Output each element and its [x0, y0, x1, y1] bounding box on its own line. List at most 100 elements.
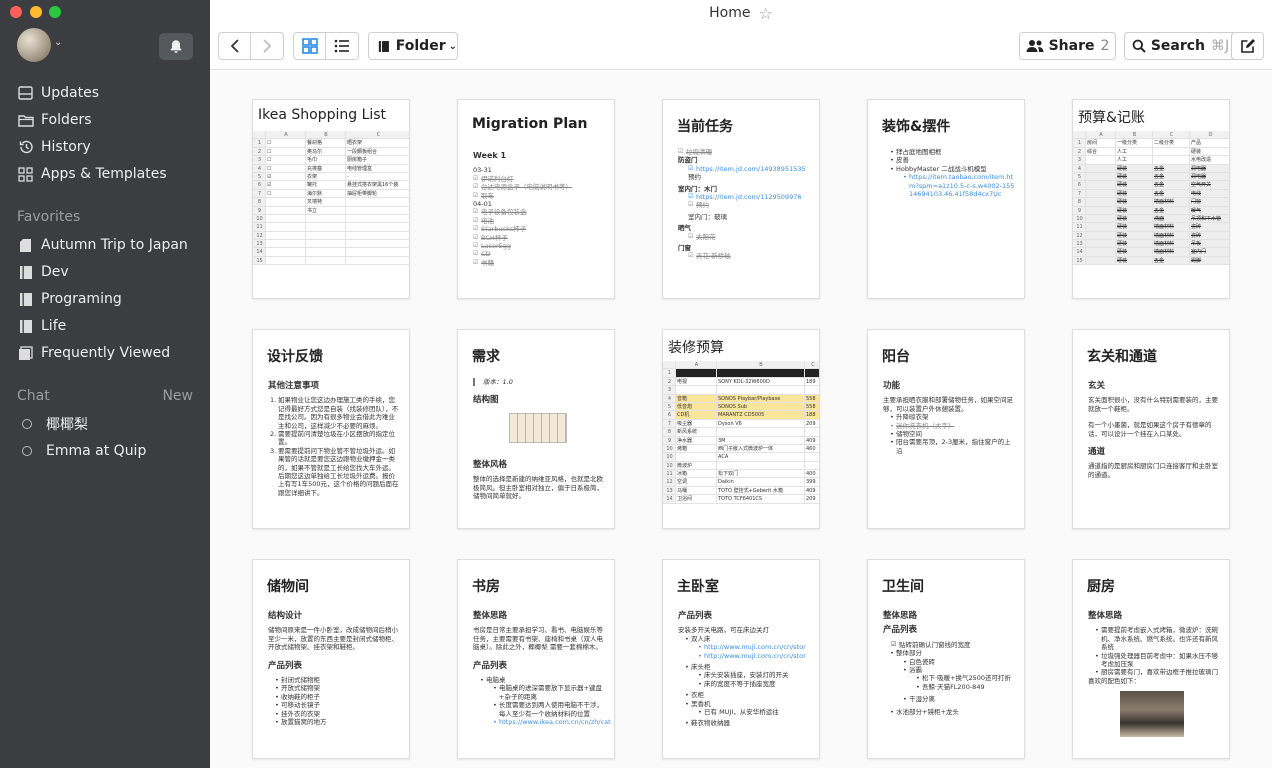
- card-preview: 产品列表 安装多开关电路，可在床边关灯 双人床 http://www.muji.…: [678, 608, 811, 729]
- chevron-down-icon[interactable]: ⌄: [54, 37, 62, 48]
- preview-link[interactable]: https://item.jd.com/14938951535: [688, 165, 811, 174]
- preview-heading: 整体思路: [883, 611, 918, 621]
- sheet-cell: 558: [805, 402, 819, 411]
- notifications-button[interactable]: [159, 33, 193, 60]
- chat-item[interactable]: 椰椰梨: [17, 413, 88, 435]
- sidebar-item-favorite[interactable]: Frequently Viewed: [17, 342, 170, 364]
- sheet-cell: 409: [805, 437, 819, 444]
- sheet-cell: 硬装: [1116, 206, 1153, 214]
- sheet-cell: [805, 462, 819, 469]
- sheet-cell: -: [346, 173, 409, 180]
- document-card[interactable]: 主卧室 产品列表 安装多开关电路，可在床边关灯 双人床 http://www.m…: [662, 559, 820, 759]
- sheet-cell: [266, 206, 306, 214]
- minimize-window-button[interactable]: [30, 6, 42, 18]
- sidebar-item-folders[interactable]: Folders: [17, 109, 92, 131]
- document-card[interactable]: 阳台 功能 主要承担晒衣服和部署储物任务，如果空间足够，可以装置户外休憩装置。 …: [867, 329, 1025, 529]
- sidebar-item-favorite[interactable]: Autumn Trip to Japan: [17, 234, 188, 256]
- sheet-cell: [805, 386, 819, 393]
- card-title: 储物间: [267, 579, 309, 595]
- sheet-cell: 海尔默: [306, 189, 346, 198]
- sheet-row: 8 新风系统: [663, 428, 819, 437]
- card-preview: 整体思路 产品列表 贴砖前确认门窗线的宽度 整体部分 白色瓷砖 浴霸 松下·吸暖…: [883, 608, 1016, 717]
- list-view-button[interactable]: [326, 32, 359, 60]
- sheet-cell: 吸尘器: [676, 419, 717, 428]
- document-card[interactable]: 玄关和通道 玄关 玄关面积很小，没有什么特别需要装的，主要就放一个鞋柜。 有一个…: [1072, 329, 1230, 529]
- sidebar-item-favorite[interactable]: Life: [17, 315, 66, 337]
- sheet-cell: 399: [805, 478, 819, 485]
- share-button[interactable]: Share 2: [1019, 32, 1116, 60]
- document-card[interactable]: 储物间 结构设计 储物间原来是一件小卧室，改成储物间后稍小至少一米，放置的东西主…: [252, 559, 410, 759]
- sidebar-item-apps-templates[interactable]: Apps & Templates: [17, 163, 167, 185]
- document-card[interactable]: 厨房 整体思路 需要提前考虑嵌入式烤箱，微波炉：洗碗机、净水系统、燃气系统。也许…: [1072, 559, 1230, 759]
- document-card[interactable]: Migration Plan Week 1 03-31 伊诺利台灯 台达电源盒子…: [457, 99, 615, 299]
- search-shortcut: ⌘J: [1211, 38, 1230, 54]
- sheet-cell: 马桶: [676, 486, 717, 495]
- star-icon[interactable]: ☆: [759, 4, 773, 23]
- document-card[interactable]: 卫生间 整体思路 产品列表 贴砖前确认门窗线的宽度 整体部分 白色瓷砖 浴霸 松…: [867, 559, 1025, 759]
- sheet-cell: Dyson V6: [717, 419, 805, 428]
- preview-link[interactable]: https://item.taobao.com/item.htm?spm=a1z…: [903, 173, 1016, 198]
- sheet-row: 9 书立: [253, 206, 409, 215]
- document-card[interactable]: 当前任务 垃圾清理 防盗门 https://item.jd.com/149389…: [662, 99, 820, 299]
- document-card[interactable]: 需求 版本：1.0 结构图 整体风格 整体的选择是新建的纳维亚风格，也就是北欧极…: [457, 329, 615, 529]
- sheet-cell: [1086, 172, 1116, 181]
- back-button[interactable]: [218, 32, 251, 60]
- folder-icon: [17, 264, 34, 281]
- sidebar-item-history[interactable]: History: [17, 136, 91, 158]
- sidebar-item-favorite[interactable]: Programing: [17, 288, 122, 310]
- preview-link[interactable]: https://www.ikea.com.cn/cn/zh/cat: [493, 718, 611, 727]
- sheet-cell: 餐刹格: [306, 139, 346, 147]
- sheet-row: 1: [663, 369, 819, 378]
- sidebar-item-label: Programing: [41, 291, 122, 307]
- sheet-cell: 产品: [1190, 139, 1229, 146]
- document-card[interactable]: 书房 整体思路 书房是日常主要承担学习、看书、电脑娱乐等任务，主要需要有书架、座…: [457, 559, 615, 759]
- sheet-cell: 瓷砖: [1190, 223, 1229, 231]
- sheet-cell: 人工: [1116, 156, 1153, 164]
- document-card[interactable]: 装饰&摆件 拜占庭地图相框 皮善 HobbyMaster 二战战斗机模型 htt…: [867, 99, 1025, 299]
- main-area: Home ☆ Folder ⌄ Share 2 Search ⌘J Ikea S…: [210, 0, 1272, 768]
- sheet-row: 8 硬装 墙面材料 门窗: [1073, 198, 1229, 207]
- document-card[interactable]: 预算&记账 A B C D 1 房间 一级分类 二级分类 产品 2 综合 人工 硬装 3 人工 水电改造 4 硬装…: [1072, 99, 1230, 299]
- preview-line: 整体的选择是新建的纳维亚风格，也就是北欧极简风。但主卧室相对独立，偏于日系极简，…: [473, 475, 603, 501]
- sheet-cell: 硬装: [1116, 189, 1153, 198]
- sheet-cell: 15: [1073, 256, 1086, 265]
- sidebar-item-label: Dev: [41, 264, 69, 280]
- document-icon: [17, 237, 34, 254]
- floorplan-image: [509, 412, 567, 443]
- spreadsheet-preview: A B C 1 ☐ 餐刹格 晒衣架 2 ☐ 奥马尔 一段鋼板组合 3 ☐ 毛巾 厨房箱子 4 ☐ 充排塞 电线管理盒…: [253, 131, 409, 266]
- preview-link[interactable]: http://www.muji.com.cn/cn/stor: [698, 643, 811, 652]
- preview-line: 电脑桌的进深需要放下显示器+键盘+杂子的距离: [493, 684, 606, 701]
- avatar[interactable]: [17, 28, 51, 62]
- sheet-cell: [346, 215, 409, 222]
- document-card[interactable]: 装修预算 A B C 1 2 电视 SONY KDL-32W600D 189 3 4 音箱 SONOS…: [662, 329, 820, 529]
- sidebar-item-favorite[interactable]: Dev: [17, 261, 69, 283]
- grid-view-button[interactable]: [293, 32, 326, 60]
- search-button[interactable]: Search ⌘J: [1124, 32, 1237, 60]
- sheet-row: 13 硬装 墙面材料 吊板: [1073, 240, 1229, 249]
- chat-item[interactable]: Emma at Quip: [17, 440, 146, 462]
- preview-link[interactable]: http://www.muji.com.cn/cn/stor: [698, 652, 811, 661]
- sheet-cell: 电视: [676, 377, 717, 386]
- sheet-cell: 硬装: [1116, 172, 1153, 181]
- sheet-cell: ACA: [717, 453, 805, 461]
- close-window-button[interactable]: [10, 6, 22, 18]
- compose-button[interactable]: [1231, 32, 1264, 60]
- sheet-cell: 综合: [1086, 147, 1116, 156]
- forward-button[interactable]: [251, 32, 284, 60]
- new-chat-button[interactable]: New: [162, 388, 193, 404]
- toolbar: Folder ⌄ Share 2 Search ⌘J: [210, 28, 1272, 70]
- sheet-cell: 209: [805, 495, 819, 502]
- document-card[interactable]: 设计反馈 其他注意事项 1. 如果物业让您这边办理施工类的手续，您记得最好方式您是…: [252, 329, 410, 529]
- sheet-cell: 硬装: [1116, 198, 1153, 206]
- sheet-cell: 5: [1073, 172, 1086, 181]
- document-card[interactable]: Ikea Shopping List A B C 1 ☐ 餐刹格 晒衣架 2 ☐ 奥马尔 一段鋼板组…: [252, 99, 410, 299]
- sheet-cell: 558: [805, 394, 819, 402]
- sheet-cell: 8: [663, 428, 676, 436]
- sidebar-item-updates[interactable]: Updates: [17, 82, 99, 104]
- folder-menu-button[interactable]: Folder ⌄: [368, 32, 458, 60]
- zoom-window-button[interactable]: [49, 6, 61, 18]
- sheet-row: 7 吸尘器 Dyson V6 209: [663, 419, 819, 429]
- preview-heading: 其他注意事项: [268, 381, 320, 391]
- sheet-cell: ☐: [266, 156, 306, 164]
- sheet-cell: [1086, 181, 1116, 189]
